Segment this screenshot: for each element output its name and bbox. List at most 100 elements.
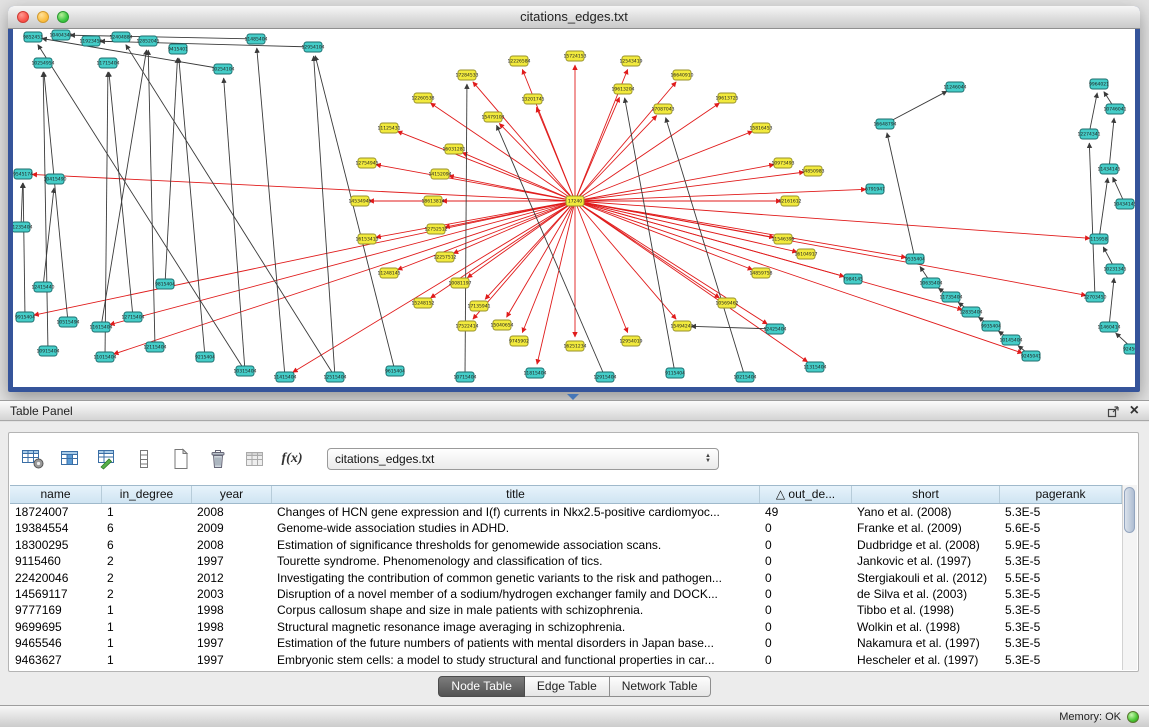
- graph-node[interactable]: [196, 352, 214, 362]
- graph-node[interactable]: [906, 254, 924, 264]
- graph-node[interactable]: [718, 298, 736, 308]
- graph-node[interactable]: [1022, 351, 1040, 361]
- graph-node[interactable]: [304, 42, 322, 52]
- graph-node[interactable]: [458, 321, 476, 331]
- column-header[interactable]: △ out_de...: [760, 486, 852, 503]
- graph-node[interactable]: [380, 268, 398, 278]
- graph-node[interactable]: [436, 252, 454, 262]
- graph-node[interactable]: [358, 158, 376, 168]
- graph-node[interactable]: [358, 234, 376, 244]
- graph-node[interactable]: [566, 196, 584, 206]
- graph-node[interactable]: [445, 144, 463, 154]
- graph-node[interactable]: [1116, 199, 1134, 209]
- graph-node[interactable]: [414, 298, 432, 308]
- graph-node[interactable]: [214, 64, 232, 74]
- graph-node[interactable]: [804, 166, 822, 176]
- graph-node[interactable]: [139, 36, 157, 46]
- graph-node[interactable]: [14, 169, 32, 179]
- delete-table-icon[interactable]: [206, 447, 230, 471]
- graph-node[interactable]: [1106, 104, 1124, 114]
- graph-node[interactable]: [124, 312, 142, 322]
- graph-node[interactable]: [622, 56, 640, 66]
- column-header[interactable]: title: [272, 486, 760, 503]
- column-header[interactable]: in_degree: [102, 486, 192, 503]
- table-row[interactable]: 1872400712008Changes of HCN gene express…: [10, 504, 1122, 520]
- graph-node[interactable]: [666, 368, 684, 378]
- graph-node[interactable]: [752, 268, 770, 278]
- graph-node[interactable]: [458, 70, 476, 80]
- float-panel-icon[interactable]: [1107, 405, 1120, 418]
- column-header[interactable]: name: [10, 486, 102, 503]
- table-settings-icon[interactable]: [21, 447, 45, 471]
- column-header[interactable]: short: [852, 486, 1000, 503]
- graph-node[interactable]: [456, 372, 474, 382]
- graph-node[interactable]: [431, 169, 449, 179]
- graph-node[interactable]: [797, 249, 815, 259]
- graph-node[interactable]: [524, 94, 542, 104]
- graph-node[interactable]: [614, 84, 632, 94]
- table-row[interactable]: 1830029562008Estimation of significance …: [10, 537, 1122, 553]
- graph-node[interactable]: [774, 234, 792, 244]
- graph-node[interactable]: [46, 174, 64, 184]
- graph-node[interactable]: [781, 196, 799, 206]
- graph-node[interactable]: [451, 278, 469, 288]
- graph-node[interactable]: [24, 32, 42, 42]
- tab-network-table[interactable]: Network Table: [610, 676, 711, 697]
- graph-node[interactable]: [52, 30, 70, 40]
- graph-node[interactable]: [380, 123, 398, 133]
- scrollbar-thumb[interactable]: [1124, 487, 1135, 533]
- table-row[interactable]: 977716911998Corpus callosum shape and si…: [10, 602, 1122, 618]
- graph-node[interactable]: [510, 336, 528, 346]
- graph-node[interactable]: [1002, 335, 1020, 345]
- table-header-row[interactable]: namein_degreeyeartitle△ out_de...shortpa…: [10, 485, 1122, 504]
- graph-node[interactable]: [673, 70, 691, 80]
- graph-node[interactable]: [59, 317, 77, 327]
- graph-node[interactable]: [1100, 322, 1118, 332]
- graph-node[interactable]: [484, 112, 502, 122]
- graph-node[interactable]: [386, 366, 404, 376]
- table-row[interactable]: 946554611997Estimation of the future num…: [10, 635, 1122, 651]
- graph-node[interactable]: [92, 322, 110, 332]
- graph-node[interactable]: [146, 342, 164, 352]
- graph-node[interactable]: [566, 51, 584, 61]
- graph-node[interactable]: [169, 44, 187, 54]
- graph-node[interactable]: [1086, 292, 1104, 302]
- graph-node[interactable]: [276, 372, 294, 382]
- graph-node[interactable]: [1100, 164, 1118, 174]
- table-row[interactable]: 1938455462009Genome-wide association stu…: [10, 520, 1122, 536]
- graph-node[interactable]: [1090, 79, 1108, 89]
- tab-edge-table[interactable]: Edge Table: [525, 676, 610, 697]
- graph-node[interactable]: [526, 368, 544, 378]
- graph-node[interactable]: [922, 278, 940, 288]
- graph-node[interactable]: [427, 224, 445, 234]
- graph-node[interactable]: [946, 82, 964, 92]
- edit-table-icon[interactable]: [95, 447, 119, 471]
- change-row-height-icon[interactable]: [132, 447, 156, 471]
- graph-node[interactable]: [942, 292, 960, 302]
- graph-node[interactable]: [34, 282, 52, 292]
- graph-node[interactable]: [470, 301, 488, 311]
- network-graph[interactable]: 1724012161612115463991485975810569462154…: [13, 29, 1135, 387]
- graph-node[interactable]: [622, 336, 640, 346]
- graph-node[interactable]: [596, 372, 614, 382]
- window-titlebar[interactable]: citations_edges.txt: [8, 6, 1140, 29]
- graph-node[interactable]: [326, 372, 344, 382]
- graph-node[interactable]: [351, 196, 369, 206]
- graph-node[interactable]: [736, 372, 754, 382]
- graph-node[interactable]: [510, 56, 528, 66]
- graph-node[interactable]: [156, 279, 174, 289]
- create-new-table-icon[interactable]: [169, 447, 193, 471]
- column-header[interactable]: year: [192, 486, 272, 503]
- graph-node[interactable]: [82, 36, 100, 46]
- tab-node-table[interactable]: Node Table: [438, 676, 525, 697]
- graph-node[interactable]: [236, 366, 254, 376]
- graph-node[interactable]: [982, 321, 1000, 331]
- graph-node[interactable]: [39, 346, 57, 356]
- table-row[interactable]: 911546021997Tourette syndrome. Phenomeno…: [10, 553, 1122, 569]
- graph-node[interactable]: [13, 222, 30, 232]
- graph-node[interactable]: [752, 123, 770, 133]
- graph-node[interactable]: [566, 341, 584, 351]
- graph-node[interactable]: [96, 352, 114, 362]
- graph-node[interactable]: [99, 58, 117, 68]
- table-row[interactable]: 969969511998Structural magnetic resonanc…: [10, 619, 1122, 635]
